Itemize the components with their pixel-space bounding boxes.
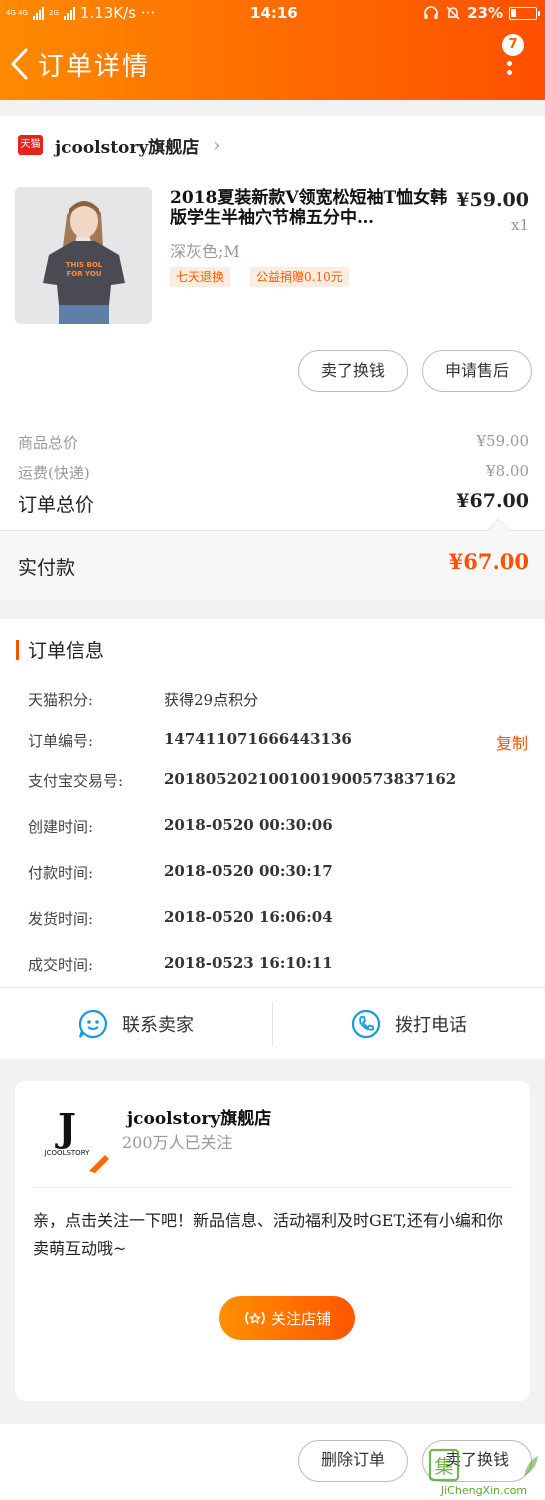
- info-row-order-number: 订单编号: 147411071666443136 复制: [28, 730, 528, 754]
- brand-name[interactable]: jcoolstory旗舰店: [127, 1104, 271, 1129]
- call-phone-button[interactable]: 拨打电话: [273, 988, 545, 1060]
- info-row-paid: 付款时间: 2018-0520 00:30:17: [28, 862, 528, 886]
- info-label: 天猫积分:: [28, 691, 94, 709]
- shop-link[interactable]: 天猫 jcoolstory旗舰店 ›: [18, 133, 221, 158]
- info-label: 成交时间:: [28, 956, 94, 974]
- message-count-badge: 7: [502, 34, 524, 56]
- tmall-logo-icon: 天猫: [18, 135, 43, 155]
- info-value: 2018052021001001900573837162: [164, 770, 457, 788]
- info-label: 发货时间:: [28, 910, 94, 928]
- follow-shop-button[interactable]: 关注店铺: [219, 1296, 355, 1340]
- info-label: 创建时间:: [28, 818, 94, 836]
- paid-value: ¥67.00: [448, 549, 529, 574]
- contact-seller-label: 联系卖家: [122, 1015, 194, 1036]
- info-value: 2018-0520 00:30:17: [164, 862, 333, 880]
- info-row-completed: 成交时间: 2018-0523 16:10:11: [28, 954, 528, 978]
- shop-name: jcoolstory旗舰店: [55, 137, 200, 158]
- info-label: 订单编号:: [28, 732, 94, 750]
- clock: 14:16: [250, 4, 298, 22]
- info-value: 2018-0523 16:10:11: [164, 954, 333, 972]
- battery-percent: 23%: [467, 4, 503, 22]
- shirt-print-line-2: FOR YOU: [66, 270, 101, 278]
- call-phone-label: 拨打电话: [395, 1015, 467, 1036]
- follower-count: 200万人已关注: [122, 1133, 233, 1152]
- info-row-alipay-trade: 支付宝交易号: 2018052021001001900573837162: [28, 770, 528, 794]
- phone-icon: [351, 1009, 381, 1039]
- shirt-print-line-1: THIS BOL: [66, 261, 103, 269]
- info-value: 获得29点积分: [164, 691, 259, 709]
- network-speed: 1.13K/s: [79, 4, 136, 22]
- info-value: 147411071666443136: [164, 730, 352, 748]
- resell-button[interactable]: 卖了换钱: [298, 350, 408, 392]
- info-row-points: 天猫积分: 获得29点积分: [28, 689, 528, 713]
- order-product-card: 天猫 jcoolstory旗舰店 › THIS BOL FOR YOU 2018…: [0, 116, 545, 600]
- shipping-value: ¥8.00: [486, 462, 529, 480]
- signal-bars-icon-2: [63, 6, 75, 20]
- divider: [33, 1187, 513, 1188]
- watermark-text: JiChengXin.com: [440, 1484, 528, 1497]
- order-info-section: 订单信息 天猫积分: 获得29点积分 订单编号: 147411071666443…: [0, 619, 545, 1059]
- status-bar: 4G 4G 2G 1.13K/s ··· 14:16 23%: [0, 0, 545, 26]
- info-label: 支付宝交易号:: [28, 772, 124, 790]
- sim-signal-label: 4G 4G: [6, 9, 28, 17]
- info-row-shipped: 发货时间: 2018-0520 16:06:04: [28, 908, 528, 932]
- product-sku: 深灰色;M: [170, 242, 240, 261]
- copy-order-number-button[interactable]: 复制: [496, 730, 528, 754]
- contact-row: 联系卖家 拨打电话: [0, 987, 545, 1059]
- watermark-logo: 集: [428, 1448, 538, 1482]
- more-dot-icon: [507, 61, 512, 66]
- broadcast-icon: [245, 1311, 265, 1325]
- headphones-icon: [424, 6, 438, 19]
- info-value: 2018-0520 16:06:04: [164, 908, 333, 926]
- follow-shop-label: 关注店铺: [270, 1309, 331, 1328]
- watermark-mark: 集: [434, 1456, 453, 1478]
- chevron-right-icon: ›: [213, 134, 221, 156]
- chat-face-icon: [78, 1009, 107, 1039]
- product-price: ¥59.00: [456, 189, 529, 211]
- goods-total-label: 商品总价: [18, 434, 79, 452]
- brand-logo[interactable]: J JCOOLSTORY: [37, 1103, 127, 1173]
- follow-message: 亲，点击关注一下吧！新品信息、活动福利及时GET,还有小编和你卖萌互动哦~: [33, 1211, 503, 1258]
- status-dots: ···: [140, 4, 156, 22]
- signal-bars-icon: [32, 6, 44, 20]
- order-total-value: ¥67.00: [456, 490, 529, 512]
- site-watermark: 集 JiChengXin.com: [424, 1446, 544, 1498]
- net-type-label: 2G: [48, 9, 59, 17]
- shipping-label: 运费(快递): [18, 464, 90, 482]
- more-menu-button[interactable]: 7: [494, 34, 528, 84]
- mute-bell-icon: [446, 6, 460, 20]
- section-accent-bar: [16, 640, 19, 660]
- battery-icon: [509, 6, 540, 20]
- info-label: 付款时间:: [28, 864, 94, 882]
- return-policy-tag: 七天退换: [170, 267, 231, 287]
- product-quantity: x1: [510, 216, 529, 234]
- follow-shop-card: J JCOOLSTORY jcoolstory旗舰店 200万人已关注 亲，点击…: [15, 1081, 530, 1401]
- info-value: 2018-0520 00:30:06: [164, 816, 333, 834]
- charity-tag: 公益捐赠0.10元: [250, 267, 349, 287]
- paid-label: 实付款: [18, 557, 76, 579]
- product-photo-illustration: THIS BOL FOR YOU: [15, 187, 152, 324]
- back-button[interactable]: [6, 44, 34, 84]
- app-header: 4G 4G 2G 1.13K/s ··· 14:16 23% 订单详情 7: [0, 0, 545, 100]
- brand-logo-text: JCOOLSTORY: [44, 1149, 91, 1157]
- more-dot-icon: [507, 70, 512, 75]
- product-image[interactable]: THIS BOL FOR YOU: [15, 187, 152, 324]
- contact-seller-button[interactable]: 联系卖家: [0, 988, 272, 1060]
- brand-logo-letter: J: [55, 1105, 76, 1150]
- after-sale-button[interactable]: 申请售后: [422, 350, 532, 392]
- order-total-label: 订单总价: [18, 494, 95, 516]
- delete-order-button[interactable]: 删除订单: [298, 1440, 408, 1482]
- page-title: 订单详情: [38, 52, 151, 82]
- info-row-created: 创建时间: 2018-0520 00:30:06: [28, 816, 528, 840]
- goods-total-value: ¥59.00: [476, 432, 530, 450]
- paid-amount-box: 实付款 ¥67.00: [0, 530, 545, 600]
- section-title: 订单信息: [28, 640, 105, 662]
- product-title[interactable]: 2018夏装新款V领宽松短袖T恤女韩版学生半袖穴节棉五分中…: [170, 188, 450, 228]
